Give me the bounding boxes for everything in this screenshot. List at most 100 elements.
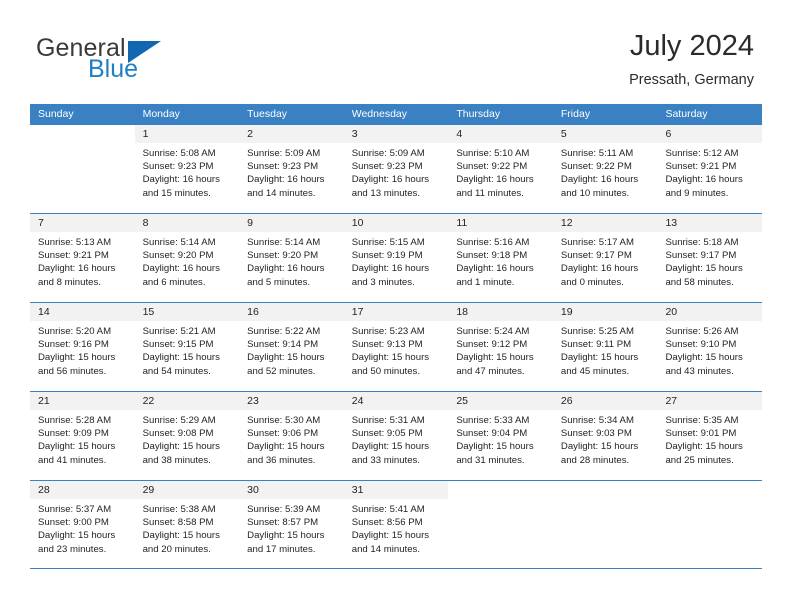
sunrise-text: Sunrise: 5:41 AM — [351, 504, 425, 515]
day-cell[interactable]: 14 Sunrise: 5:20 AM Sunset: 9:16 PM Dayl… — [30, 303, 135, 391]
day-cell[interactable]: 26 Sunrise: 5:34 AM Sunset: 9:03 PM Dayl… — [552, 392, 658, 480]
day-cell[interactable]: 23 Sunrise: 5:30 AM Sunset: 9:06 PM Dayl… — [239, 392, 344, 480]
day-cell[interactable]: 6 Sunrise: 5:12 AM Sunset: 9:21 PM Dayli… — [657, 125, 763, 213]
day-info: Sunrise: 5:30 AM Sunset: 9:06 PM Dayligh… — [239, 410, 344, 467]
day-info: Sunrise: 5:39 AM Sunset: 8:57 PM Dayligh… — [239, 499, 344, 556]
day-info: Sunrise: 5:24 AM Sunset: 9:12 PM Dayligh… — [448, 321, 553, 378]
week-row: 1 Sunrise: 5:08 AM Sunset: 9:23 PM Dayli… — [30, 124, 763, 213]
daylight-text-line2: and 36 minutes. — [247, 454, 316, 466]
daylight-text-line1: Daylight: 15 hours — [38, 530, 116, 542]
daylight-text-line2: and 17 minutes. — [247, 543, 316, 555]
daylight-text-line1: Daylight: 16 hours — [38, 263, 116, 275]
day-cell[interactable]: 21 Sunrise: 5:28 AM Sunset: 9:09 PM Dayl… — [30, 392, 135, 480]
day-cell — [448, 481, 553, 568]
day-cell[interactable]: 29 Sunrise: 5:38 AM Sunset: 8:58 PM Dayl… — [134, 481, 240, 568]
day-info: Sunrise: 5:37 AM Sunset: 9:00 PM Dayligh… — [30, 499, 135, 556]
page-subtitle: Pressath, Germany — [629, 72, 754, 88]
daylight-text-line1: Daylight: 15 hours — [142, 441, 220, 453]
daylight-text-line2: and 54 minutes. — [142, 365, 211, 377]
day-info: Sunrise: 5:17 AM Sunset: 9:17 PM Dayligh… — [553, 232, 658, 289]
sunset-text: Sunset: 9:01 PM — [665, 428, 737, 440]
daylight-text-line2: and 20 minutes. — [142, 543, 211, 555]
day-cell[interactable]: 16 Sunrise: 5:22 AM Sunset: 9:14 PM Dayl… — [239, 303, 344, 391]
day-cell[interactable]: 9 Sunrise: 5:14 AM Sunset: 9:20 PM Dayli… — [239, 214, 344, 302]
day-info: Sunrise: 5:28 AM Sunset: 9:09 PM Dayligh… — [30, 410, 135, 467]
day-cell[interactable]: 17 Sunrise: 5:23 AM Sunset: 9:13 PM Dayl… — [343, 303, 449, 391]
daylight-text-line1: Daylight: 16 hours — [142, 174, 220, 186]
day-cell[interactable]: 24 Sunrise: 5:31 AM Sunset: 9:05 PM Dayl… — [343, 392, 449, 480]
daylight-text-line2: and 10 minutes. — [560, 187, 630, 199]
daylight-text-line2: and 14 minutes. — [247, 187, 316, 199]
day-info: Sunrise: 5:15 AM Sunset: 9:19 PM Dayligh… — [344, 232, 449, 289]
daylight-text-line1: Daylight: 15 hours — [247, 530, 325, 542]
daylight-text-line1: Daylight: 15 hours — [560, 352, 639, 364]
day-cell[interactable]: 22 Sunrise: 5:29 AM Sunset: 9:08 PM Dayl… — [134, 392, 240, 480]
day-info: Sunrise: 5:35 AM Sunset: 9:01 PM Dayligh… — [657, 410, 762, 467]
day-cell[interactable]: 20 Sunrise: 5:26 AM Sunset: 9:10 PM Dayl… — [657, 303, 763, 391]
sunset-text: Sunset: 9:12 PM — [456, 339, 528, 351]
day-cell[interactable]: 30 Sunrise: 5:39 AM Sunset: 8:57 PM Dayl… — [239, 481, 344, 568]
sunrise-text: Sunrise: 5:14 AM — [142, 237, 216, 248]
sunset-text: Sunset: 9:21 PM — [38, 250, 109, 262]
day-cell[interactable]: 19 Sunrise: 5:25 AM Sunset: 9:11 PM Dayl… — [552, 303, 658, 391]
day-info: Sunrise: 5:34 AM Sunset: 9:03 PM Dayligh… — [553, 410, 658, 467]
day-number: 26 — [552, 392, 658, 410]
daylight-text-line1: Daylight: 15 hours — [456, 352, 534, 364]
day-cell[interactable]: 28 Sunrise: 5:37 AM Sunset: 9:00 PM Dayl… — [30, 481, 135, 568]
day-number: 2 — [239, 125, 344, 143]
sunrise-text: Sunrise: 5:38 AM — [142, 504, 216, 515]
sunset-text: Sunset: 9:14 PM — [247, 339, 319, 351]
day-cell[interactable]: 4 Sunrise: 5:10 AM Sunset: 9:22 PM Dayli… — [448, 125, 553, 213]
day-info: Sunrise: 5:21 AM Sunset: 9:15 PM Dayligh… — [135, 321, 240, 378]
sunrise-text: Sunrise: 5:23 AM — [351, 326, 425, 337]
sunset-text: Sunset: 9:21 PM — [665, 161, 737, 173]
daylight-text-line2: and 43 minutes. — [665, 365, 734, 377]
daylight-text-line1: Daylight: 16 hours — [247, 174, 325, 186]
day-cell[interactable]: 31 Sunrise: 5:41 AM Sunset: 8:56 PM Dayl… — [343, 481, 449, 568]
sunset-text: Sunset: 9:13 PM — [351, 339, 423, 351]
sunrise-text: Sunrise: 5:09 AM — [351, 148, 425, 159]
sunset-text: Sunset: 9:23 PM — [142, 161, 214, 173]
day-cell[interactable]: 25 Sunrise: 5:33 AM Sunset: 9:04 PM Dayl… — [448, 392, 553, 480]
week-row: 21 Sunrise: 5:28 AM Sunset: 9:09 PM Dayl… — [30, 391, 763, 480]
day-cell[interactable]: 8 Sunrise: 5:14 AM Sunset: 9:20 PM Dayli… — [134, 214, 240, 302]
sunrise-text: Sunrise: 5:17 AM — [560, 237, 634, 248]
day-cell[interactable]: 27 Sunrise: 5:35 AM Sunset: 9:01 PM Dayl… — [657, 392, 763, 480]
day-number: 23 — [239, 392, 344, 410]
day-cell[interactable]: 3 Sunrise: 5:09 AM Sunset: 9:23 PM Dayli… — [343, 125, 449, 213]
daylight-text-line1: Daylight: 16 hours — [351, 174, 430, 186]
sunrise-text: Sunrise: 5:21 AM — [142, 326, 216, 337]
daylight-text-line1: Daylight: 15 hours — [665, 352, 743, 364]
daylight-text-line2: and 45 minutes. — [560, 365, 630, 377]
day-cell[interactable]: 5 Sunrise: 5:11 AM Sunset: 9:22 PM Dayli… — [552, 125, 658, 213]
day-cell[interactable]: 2 Sunrise: 5:09 AM Sunset: 9:23 PM Dayli… — [239, 125, 344, 213]
daylight-text-line1: Daylight: 15 hours — [142, 530, 220, 542]
day-info: Sunrise: 5:26 AM Sunset: 9:10 PM Dayligh… — [657, 321, 762, 378]
daylight-text-line2: and 11 minutes. — [456, 187, 524, 199]
day-cell[interactable]: 13 Sunrise: 5:18 AM Sunset: 9:17 PM Dayl… — [657, 214, 763, 302]
day-info — [657, 499, 762, 503]
daylight-text-line2: and 9 minutes. — [665, 187, 729, 199]
day-cell[interactable]: 12 Sunrise: 5:17 AM Sunset: 9:17 PM Dayl… — [552, 214, 658, 302]
sunset-text: Sunset: 8:57 PM — [247, 517, 319, 529]
day-info: Sunrise: 5:13 AM Sunset: 9:21 PM Dayligh… — [30, 232, 135, 289]
day-number: 12 — [552, 214, 658, 232]
day-info: Sunrise: 5:16 AM Sunset: 9:18 PM Dayligh… — [448, 232, 553, 289]
day-number: 21 — [30, 392, 135, 410]
day-info: Sunrise: 5:33 AM Sunset: 9:04 PM Dayligh… — [448, 410, 553, 467]
daylight-text-line2: and 0 minutes. — [560, 276, 624, 288]
sunset-text: Sunset: 9:22 PM — [560, 161, 632, 173]
day-number: 16 — [239, 303, 344, 321]
day-cell[interactable]: 7 Sunrise: 5:13 AM Sunset: 9:21 PM Dayli… — [30, 214, 135, 302]
day-cell[interactable]: 11 Sunrise: 5:16 AM Sunset: 9:18 PM Dayl… — [448, 214, 553, 302]
daylight-text-line1: Daylight: 16 hours — [456, 174, 534, 186]
day-cell[interactable]: 15 Sunrise: 5:21 AM Sunset: 9:15 PM Dayl… — [134, 303, 240, 391]
day-cell[interactable]: 10 Sunrise: 5:15 AM Sunset: 9:19 PM Dayl… — [343, 214, 449, 302]
general-blue-logo[interactable]: General Blue — [36, 34, 226, 86]
daylight-text-line1: Daylight: 16 hours — [142, 263, 220, 275]
day-number — [657, 481, 762, 499]
day-cell[interactable]: 18 Sunrise: 5:24 AM Sunset: 9:12 PM Dayl… — [448, 303, 553, 391]
day-cell[interactable]: 1 Sunrise: 5:08 AM Sunset: 9:23 PM Dayli… — [134, 125, 240, 213]
weekday-header-tuesday: Tuesday — [247, 108, 288, 120]
sunrise-text: Sunrise: 5:18 AM — [665, 237, 739, 248]
